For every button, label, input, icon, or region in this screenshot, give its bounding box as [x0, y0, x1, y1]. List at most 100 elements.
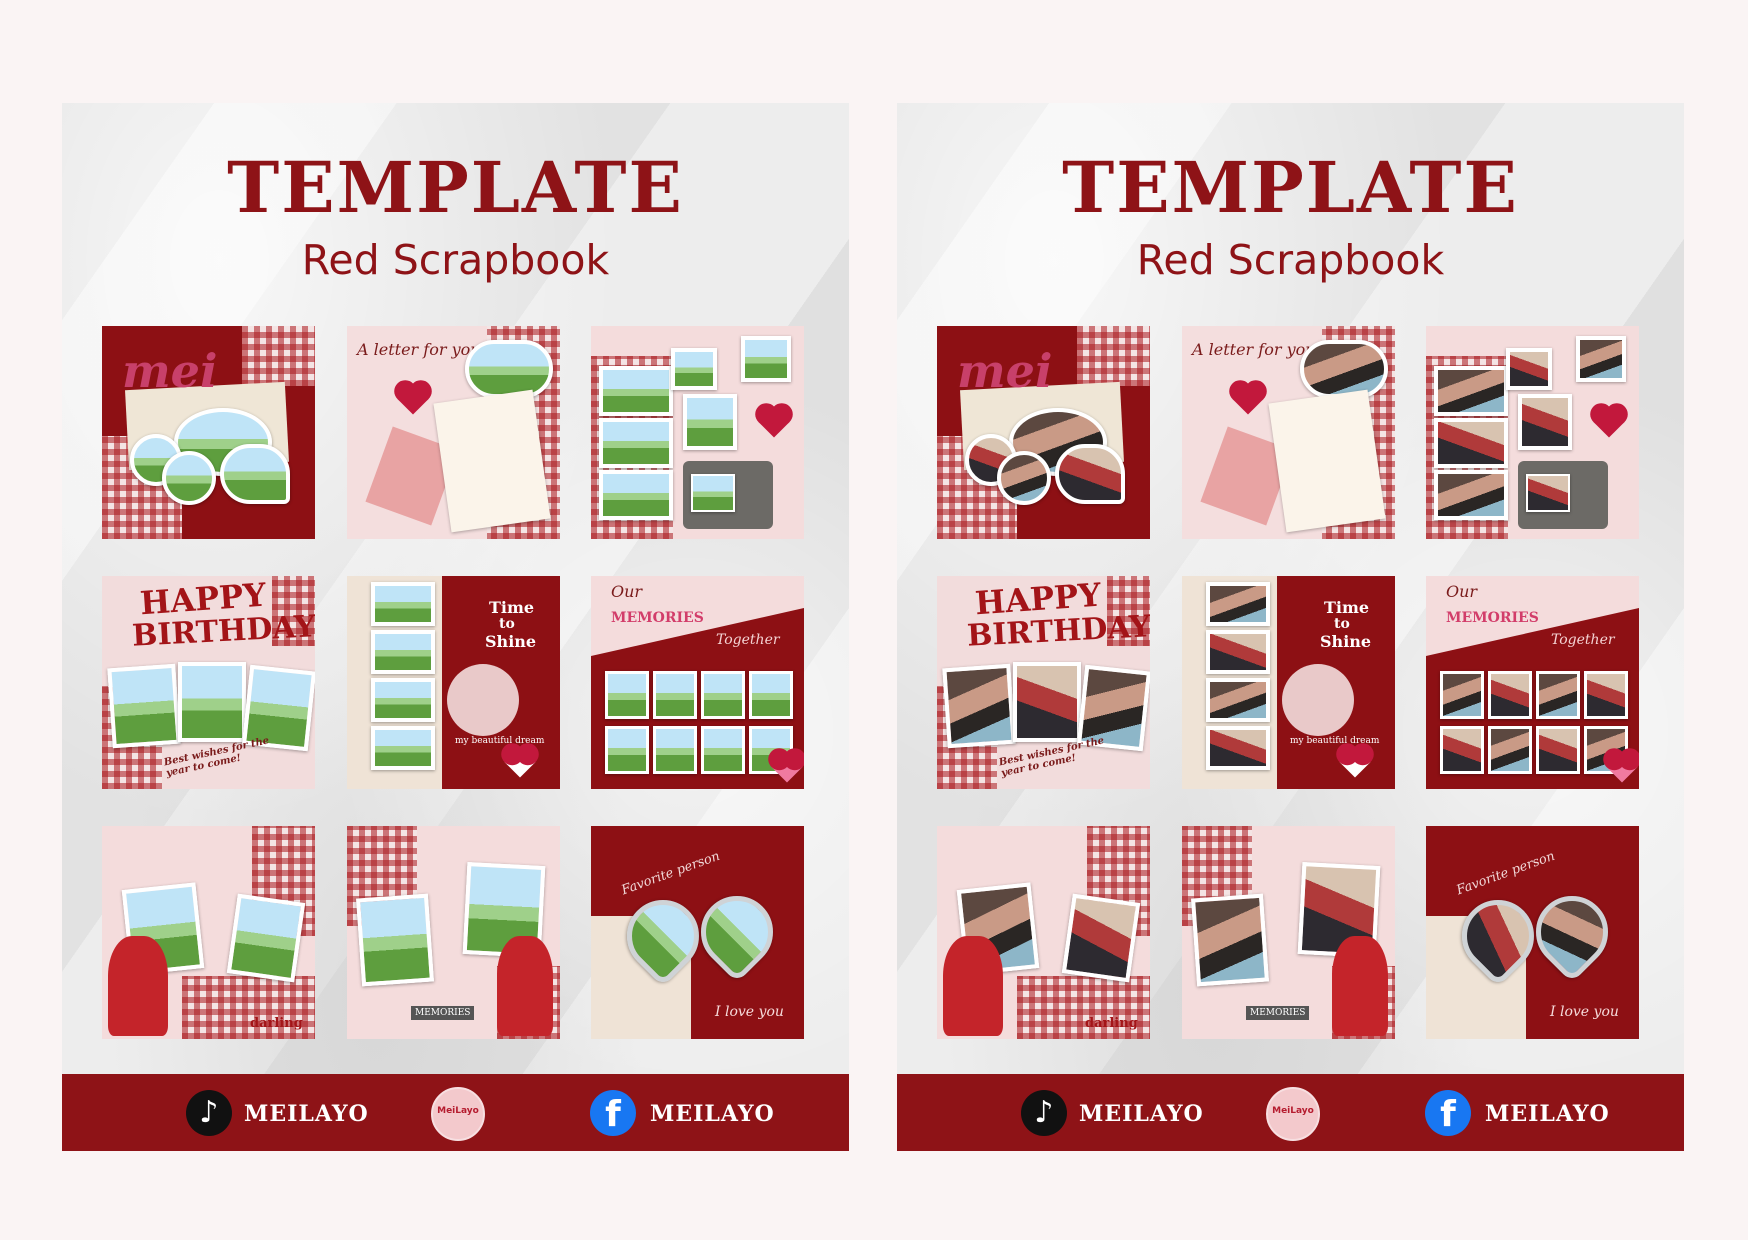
tiktok-icon[interactable]: ♪	[1021, 1090, 1067, 1136]
tiktok-handle[interactable]: MEILAYO	[1079, 1101, 1204, 1127]
photo-frame[interactable]	[107, 663, 181, 749]
photo-frame[interactable]	[605, 726, 649, 774]
template-tile-name[interactable]: mei	[937, 326, 1150, 539]
photo-frame[interactable]	[178, 662, 246, 742]
photo-frame[interactable]	[1536, 726, 1580, 774]
photo-frame[interactable]	[356, 893, 434, 987]
memories-text-3: Together	[1551, 632, 1615, 648]
doll-sticker	[943, 936, 1003, 1036]
photo-frame[interactable]	[371, 678, 435, 722]
photo-frame[interactable]	[749, 671, 793, 719]
photo-frame[interactable]	[599, 366, 673, 416]
photo-frame[interactable]	[1518, 394, 1572, 450]
photo-frame[interactable]	[599, 418, 673, 468]
template-tile-shine[interactable]: Time to Shine my beautiful dream	[347, 576, 560, 789]
template-tile-memories[interactable]: Our MEMORIES Together	[591, 576, 804, 789]
template-tile-locket[interactable]: Favorite person I love you	[591, 826, 804, 1039]
photo-frame[interactable]	[220, 444, 290, 504]
template-tile-letter[interactable]: A letter for you	[1182, 326, 1395, 539]
gingham-scrap	[242, 326, 315, 386]
photo-frame[interactable]	[691, 474, 735, 512]
photo-frame[interactable]	[671, 348, 717, 390]
template-tile-birthday[interactable]: HAPPY BIRTHDAY Best wishes for the year …	[937, 576, 1150, 789]
photo-frame[interactable]	[1584, 671, 1628, 719]
heart-icon	[758, 406, 790, 438]
photo-frame[interactable]	[226, 893, 306, 983]
gingham-scrap	[1077, 326, 1150, 386]
template-tile-filmstrip[interactable]	[591, 326, 804, 539]
template-panel-blank: TEMPLATE Red Scrapbook mei A letter for …	[62, 103, 849, 1151]
photo-frame[interactable]	[1434, 366, 1508, 416]
photo-frame[interactable]	[1440, 726, 1484, 774]
template-tile-filmstrip[interactable]	[1426, 326, 1639, 539]
locket-text-1: Favorite person	[619, 848, 723, 899]
photo-frame[interactable]	[1206, 630, 1270, 674]
photo-frame[interactable]	[1206, 726, 1270, 770]
template-tile-clothesline[interactable]: MEMORIES	[347, 826, 560, 1039]
template-tile-darling[interactable]: darling	[937, 826, 1150, 1039]
photo-frame[interactable]	[605, 671, 649, 719]
photo-frame[interactable]	[1488, 726, 1532, 774]
memories-text-2: MEMORIES	[1446, 610, 1539, 626]
photo-frame[interactable]	[1206, 582, 1270, 626]
photo-frame[interactable]	[1206, 678, 1270, 722]
template-tile-memories[interactable]: Our MEMORIES Together	[1426, 576, 1639, 789]
photo-frame[interactable]	[1526, 474, 1570, 512]
locket-photo-frame[interactable]	[1521, 881, 1623, 983]
photo-frame[interactable]	[1576, 336, 1626, 382]
photo-frame[interactable]	[371, 726, 435, 770]
template-tile-letter[interactable]: A letter for you	[347, 326, 560, 539]
facebook-icon[interactable]: f	[590, 1090, 636, 1136]
bouquet-icon	[447, 664, 519, 736]
facebook-handle[interactable]: MEILAYO	[1485, 1101, 1610, 1127]
cloud-photo-frame[interactable]	[1300, 340, 1388, 398]
social-footer: ♪ MEILAYO MeiLayo f MEILAYO	[897, 1074, 1684, 1151]
photo-frame[interactable]	[1536, 671, 1580, 719]
photo-frame[interactable]	[162, 451, 216, 505]
photo-frame[interactable]	[942, 663, 1016, 749]
cloud-photo-frame[interactable]	[465, 340, 553, 398]
facebook-handle[interactable]: MEILAYO	[650, 1101, 775, 1127]
photo-frame[interactable]	[1191, 893, 1269, 987]
template-tile-clothesline[interactable]: MEMORIES	[1182, 826, 1395, 1039]
photo-frame[interactable]	[371, 582, 435, 626]
template-tile-darling[interactable]: darling	[102, 826, 315, 1039]
doll-sticker	[1332, 936, 1388, 1036]
memories-plate: MEMORIES	[411, 1006, 475, 1020]
photo-frame[interactable]	[701, 726, 745, 774]
photo-frame[interactable]	[997, 451, 1051, 505]
photo-frame[interactable]	[653, 671, 697, 719]
photo-frame[interactable]	[1434, 470, 1508, 520]
photo-frame[interactable]	[1440, 671, 1484, 719]
template-tile-name[interactable]: mei	[102, 326, 315, 539]
photo-frame[interactable]	[1488, 671, 1532, 719]
memories-text-2: MEMORIES	[611, 610, 704, 626]
tiktok-handle[interactable]: MEILAYO	[244, 1101, 369, 1127]
facebook-icon[interactable]: f	[1425, 1090, 1471, 1136]
photo-frame[interactable]	[701, 671, 745, 719]
photo-frame[interactable]	[1061, 893, 1141, 983]
photo-frame[interactable]	[683, 394, 737, 450]
template-panel-filled: TEMPLATE Red Scrapbook mei A letter for …	[897, 103, 1684, 1151]
photo-frame[interactable]	[371, 630, 435, 674]
template-tile-shine[interactable]: Time to Shine my beautiful dream	[1182, 576, 1395, 789]
template-grid: mei A letter for you HAPPY BIRTHDAY Best…	[102, 326, 806, 1040]
photo-frame[interactable]	[1055, 444, 1125, 504]
heart-icon	[1593, 406, 1625, 438]
photo-frame[interactable]	[1434, 418, 1508, 468]
tile-name-text: mei	[957, 344, 1053, 398]
locket-photo-frame[interactable]	[686, 881, 788, 983]
heart-icon	[1606, 751, 1638, 783]
shine-text-1: Time	[1324, 598, 1370, 617]
photo-frame[interactable]	[599, 470, 673, 520]
photo-frame[interactable]	[653, 726, 697, 774]
template-tile-locket[interactable]: Favorite person I love you	[1426, 826, 1639, 1039]
photo-frame[interactable]	[1013, 662, 1081, 742]
shine-text-1: Time	[489, 598, 535, 617]
tiktok-icon[interactable]: ♪	[186, 1090, 232, 1136]
panel-subtitle: Red Scrapbook	[1136, 236, 1445, 284]
photo-frame[interactable]	[1506, 348, 1552, 390]
template-tile-birthday[interactable]: HAPPY BIRTHDAY Best wishes for the year …	[102, 576, 315, 789]
shine-text-3: Shine	[1320, 632, 1372, 651]
photo-frame[interactable]	[741, 336, 791, 382]
